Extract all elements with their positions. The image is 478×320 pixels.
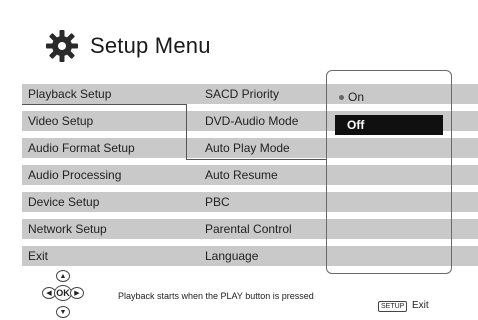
submenu-item-auto-play-mode[interactable]: Auto Play Mode (205, 141, 290, 155)
gear-icon (46, 30, 78, 62)
help-text: Playback starts when the PLAY button is … (118, 291, 314, 301)
submenu-item-pbc[interactable]: PBC (205, 195, 230, 209)
submenu-item-dvd-audio-mode[interactable]: DVD-Audio Mode (205, 114, 298, 128)
arrow-down-icon: ▼ (56, 306, 70, 318)
submenu-item-parental-control[interactable]: Parental Control (205, 222, 292, 236)
arrow-up-icon: ▲ (56, 270, 70, 282)
option-on-label: On (348, 90, 365, 104)
exit-hint-label: Exit (412, 300, 429, 311)
option-on[interactable]: On (339, 90, 364, 104)
setup-key-icon: SETUP (378, 301, 408, 312)
submenu-item-auto-resume[interactable]: Auto Resume (205, 168, 278, 182)
submenu-item-sacd-priority[interactable]: SACD Priority (205, 87, 279, 101)
current-value-bullet-icon (339, 94, 344, 100)
focus-bracket-top (22, 104, 186, 105)
menu-item-audio-format-setup[interactable]: Audio Format Setup (28, 141, 135, 155)
page-title: Setup Menu (90, 33, 211, 58)
menu-item-exit[interactable]: Exit (28, 249, 48, 263)
submenu-item-language[interactable]: Language (205, 249, 258, 263)
option-popup: On Off (326, 70, 452, 274)
menu-item-video-setup[interactable]: Video Setup (28, 114, 93, 128)
header: Setup Menu (44, 26, 211, 66)
menu-item-network-setup[interactable]: Network Setup (28, 222, 107, 236)
option-off-selected[interactable]: Off (335, 115, 443, 135)
menu-item-device-setup[interactable]: Device Setup (28, 195, 99, 209)
focus-bracket-bottom (186, 159, 326, 160)
arrow-right-icon: ▶ (70, 287, 84, 299)
menu-item-playback-setup[interactable]: Playback Setup (28, 87, 111, 101)
menu-item-audio-processing[interactable]: Audio Processing (28, 168, 121, 182)
focus-bracket-vertical (186, 104, 187, 159)
remote-nav-pad: ▲ ◀ OK ▶ ▼ (42, 270, 84, 320)
